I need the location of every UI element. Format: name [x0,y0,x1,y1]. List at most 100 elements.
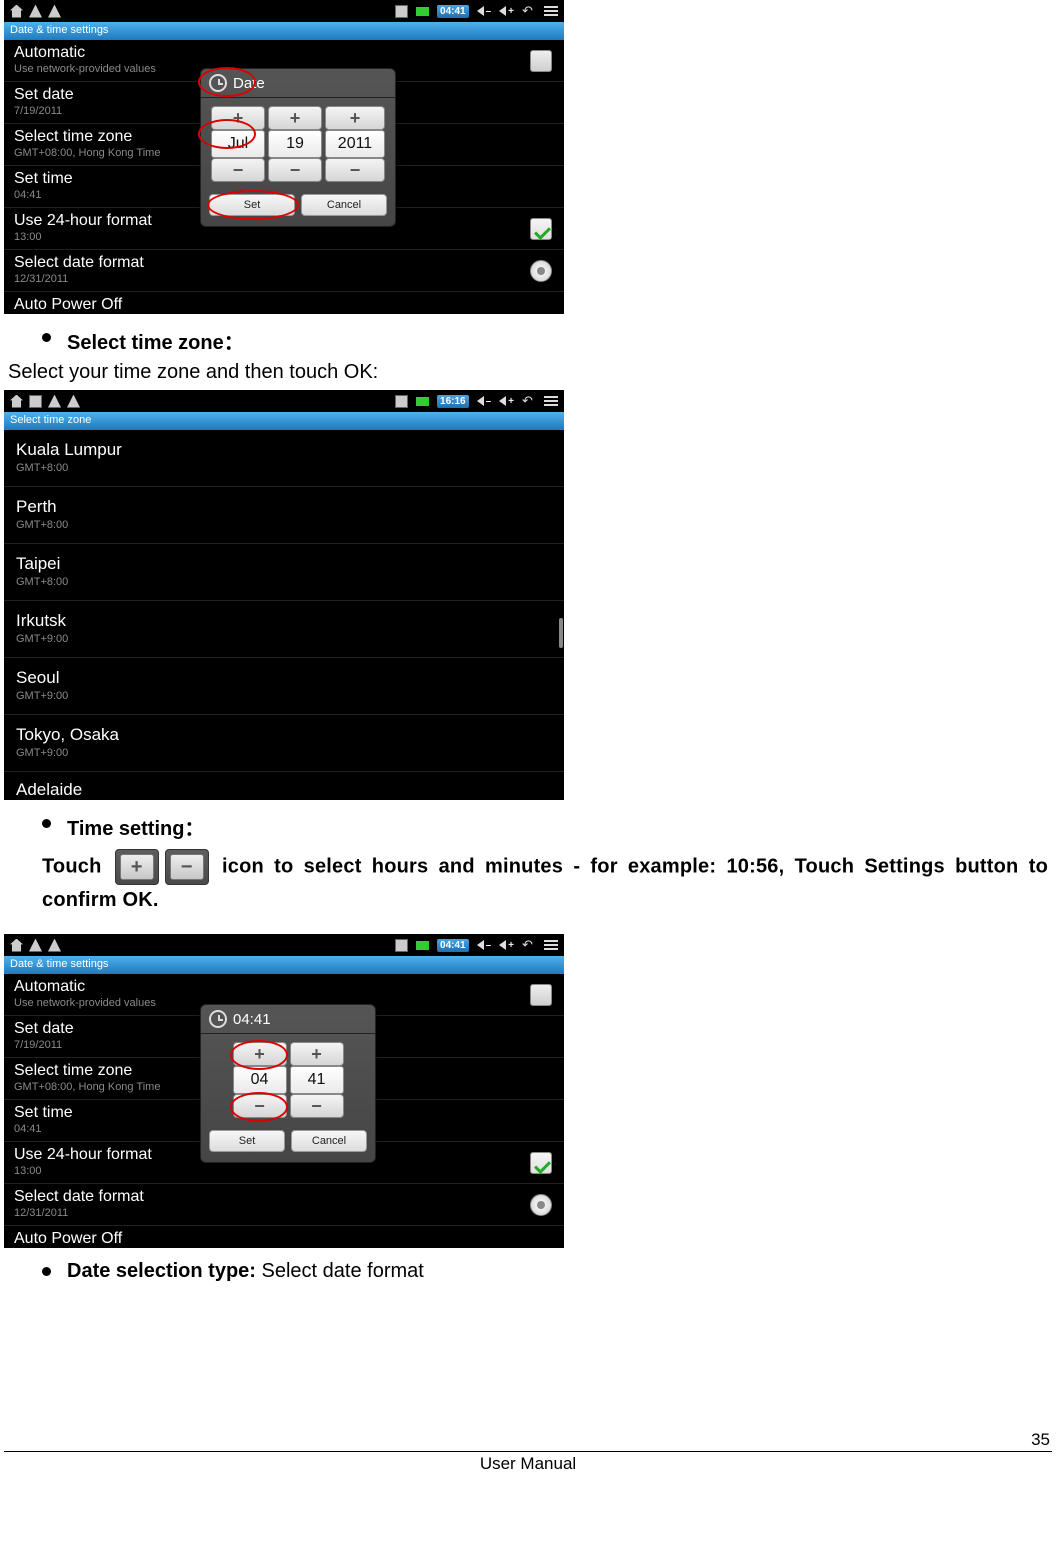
bullet-icon [42,333,51,342]
status-bar: 04:41 – + ↶ [4,0,564,22]
hour-spinner: + 04 − [233,1042,287,1118]
warning-icon [48,939,61,952]
clock-icon [209,74,227,92]
checkbox-icon[interactable] [530,50,552,72]
page-number: 35 [1031,1430,1050,1450]
month-value[interactable]: Jul [211,130,265,158]
minus-icon: − [165,849,209,885]
dialog-title: Date [233,75,265,92]
battery-icon [416,941,429,950]
battery-icon [416,7,429,16]
settings-header: Select time zone [4,412,564,430]
volume-up-icon[interactable]: + [499,6,514,17]
date-picker-dialog: Date + Jul − + 19 − + 2011 − Set Can [200,68,396,227]
year-value[interactable]: 2011 [325,130,385,158]
checkbox-checked-icon[interactable] [530,1152,552,1174]
home-icon[interactable] [10,395,23,408]
dialog-title: 04:41 [233,1011,271,1028]
screenshot-timezone-list: 16:16 – + ↶ Select time zone Kuala Lumpu… [4,390,564,800]
status-bar: 16:16 – + ↶ [4,390,564,412]
settings-header: Date & time settings [4,956,564,974]
decrement-button[interactable]: − [290,1094,344,1118]
battery-icon [416,397,429,406]
decrement-button[interactable]: − [325,158,385,182]
home-icon[interactable] [10,5,23,18]
status-time: 04:41 [437,5,469,18]
instruction-text: Touch +− icon to select hours and minute… [4,847,1052,934]
instruction-text: Select your time zone and then touch OK: [4,361,1052,390]
volume-down-icon[interactable]: – [477,940,492,951]
footer-text: User Manual [480,1454,576,1473]
timezone-item[interactable]: Irkutsk GMT+9:00 [4,601,564,658]
back-icon[interactable]: ↶ [522,5,536,17]
setting-date-format[interactable]: Select date format 12/31/2011 [4,1184,564,1226]
sd-icon [395,939,408,952]
timezone-item[interactable]: Seoul GMT+9:00 [4,658,564,715]
timezone-item[interactable]: Kuala Lumpur GMT+8:00 [4,430,564,487]
sd-icon [395,5,408,18]
increment-button[interactable]: + [211,106,265,130]
timezone-item[interactable]: Taipei GMT+8:00 [4,544,564,601]
clock-icon [209,1010,227,1028]
settings-header: Date & time settings [4,22,564,40]
status-time: 16:16 [437,395,469,408]
bullet-time-setting: Time setting： [42,812,1052,841]
timezone-item[interactable]: Tokyo, Osaka GMT+9:00 [4,715,564,772]
screenshot-time-settings: 04:41 – + ↶ Date & time settings Automat… [4,934,564,1248]
decrement-button[interactable]: − [233,1094,287,1118]
warning-icon [48,5,61,18]
increment-button[interactable]: + [290,1042,344,1066]
setting-date-format[interactable]: Select date format 12/31/2011 [4,250,564,292]
radio-icon[interactable] [530,260,552,282]
volume-up-icon[interactable]: + [499,940,514,951]
bullet-date-format: Date selection type: Select date format [42,1260,1052,1283]
bullet-icon [42,1267,51,1276]
volume-down-icon[interactable]: – [477,6,492,17]
minute-value[interactable]: 41 [290,1066,344,1094]
setting-auto-power-off[interactable]: Auto Power Off [4,292,564,314]
back-icon[interactable]: ↶ [522,395,536,407]
setting-auto-power-off[interactable]: Auto Power Off [4,1226,564,1248]
back-icon[interactable]: ↶ [522,939,536,951]
hour-value[interactable]: 04 [233,1066,287,1094]
status-time: 04:41 [437,939,469,952]
day-spinner: + 19 − [268,106,322,182]
time-picker-dialog: 04:41 + 04 − + 41 − Set Cancel [200,1004,376,1163]
timezone-item[interactable]: Perth GMT+8:00 [4,487,564,544]
set-button[interactable]: Set [209,1130,285,1152]
increment-button[interactable]: + [233,1042,287,1066]
warning-icon [29,939,42,952]
menu-icon[interactable] [544,940,558,950]
checkbox-icon[interactable] [530,984,552,1006]
warning-icon [29,5,42,18]
day-value[interactable]: 19 [268,130,322,158]
increment-button[interactable]: + [268,106,322,130]
increment-button[interactable]: + [325,106,385,130]
menu-icon[interactable] [544,396,558,406]
radio-icon[interactable] [530,1194,552,1216]
decrement-button[interactable]: − [211,158,265,182]
month-spinner: + Jul − [211,106,265,182]
warning-icon [48,395,61,408]
year-spinner: + 2011 − [325,106,385,182]
warning-icon [67,395,80,408]
timezone-item[interactable]: Adelaide [4,772,564,800]
status-bar: 04:41 – + ↶ [4,934,564,956]
home-icon[interactable] [10,939,23,952]
scrollbar-thumb[interactable] [559,618,563,648]
minute-spinner: + 41 − [290,1042,344,1118]
cancel-button[interactable]: Cancel [301,194,387,216]
bullet-select-timezone: Select time zone： [42,326,1052,355]
bullet-icon [42,819,51,828]
screenshot-date-settings: 04:41 – + ↶ Date & time settings Automat… [4,0,564,314]
checkbox-checked-icon[interactable] [530,218,552,240]
sd-icon [395,395,408,408]
plus-icon: + [115,849,159,885]
set-button[interactable]: Set [209,194,295,216]
volume-down-icon[interactable]: – [477,396,492,407]
notification-icon [29,395,42,408]
volume-up-icon[interactable]: + [499,396,514,407]
decrement-button[interactable]: − [268,158,322,182]
menu-icon[interactable] [544,6,558,16]
cancel-button[interactable]: Cancel [291,1130,367,1152]
